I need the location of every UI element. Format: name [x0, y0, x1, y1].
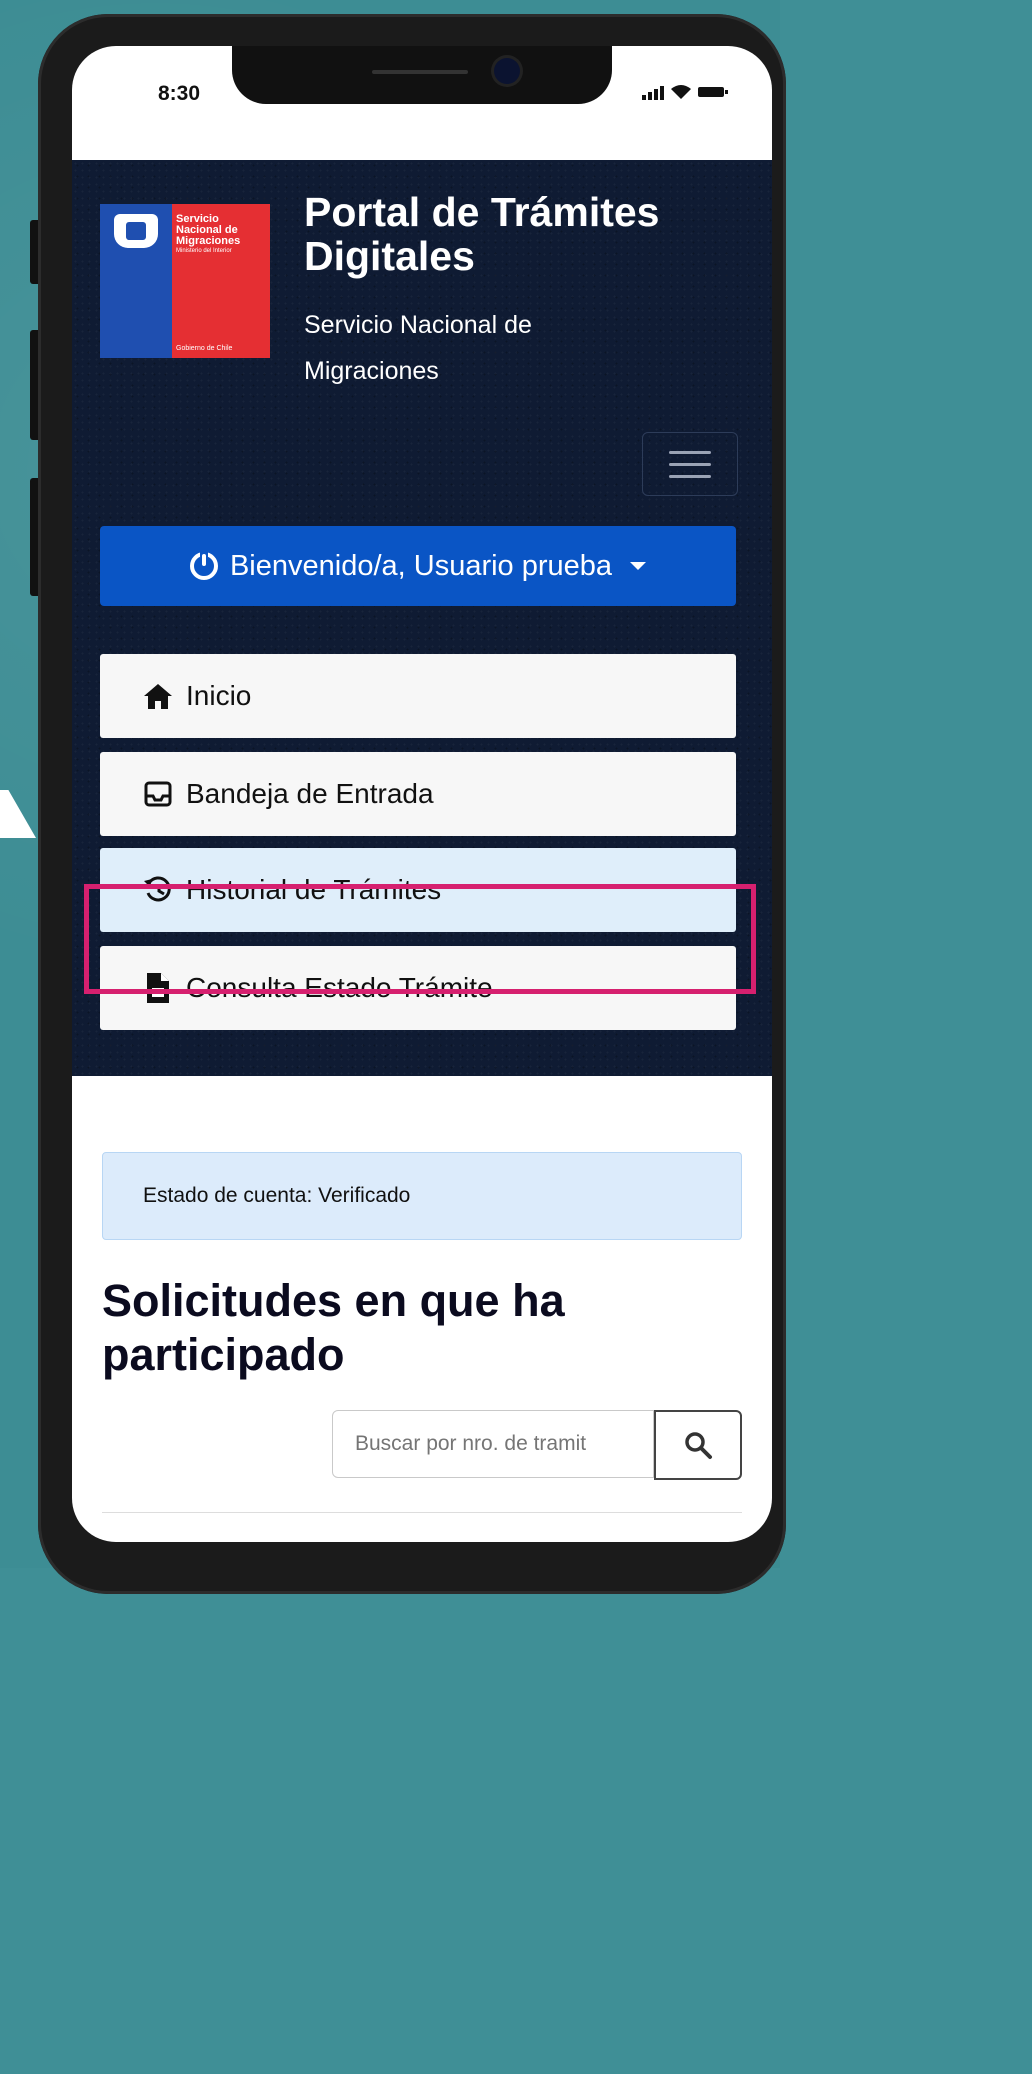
logo-line3: Migraciones — [176, 235, 241, 247]
logo-footer: Gobierno de Chile — [176, 345, 233, 352]
logo-red-panel: Servicio Nacional de Migraciones Ministe… — [172, 204, 270, 358]
speaker-grille — [372, 70, 468, 74]
portal-title: Portal de Trámites Digitales — [304, 189, 660, 279]
portal-subtitle: Servicio Nacional de Migraciones — [304, 311, 532, 385]
nav-item-inicio[interactable]: Inicio — [100, 654, 736, 738]
caret-down-icon — [630, 562, 647, 570]
nav-item-bandeja[interactable]: Bandeja de Entrada — [100, 752, 736, 836]
search-icon — [685, 1432, 712, 1459]
search-button[interactable] — [654, 1410, 742, 1480]
status-time: 8:30 — [158, 82, 201, 105]
migraciones-logo[interactable]: Servicio Nacional de Migraciones Ministe… — [100, 204, 270, 358]
user-menu-button[interactable]: Bienvenido/a, Usuario prueba — [100, 526, 736, 606]
nav-label-bandeja: Bandeja de Entrada — [186, 778, 434, 809]
search-input[interactable] — [332, 1410, 654, 1478]
home-icon — [142, 680, 174, 712]
search-group — [332, 1410, 742, 1480]
divider — [102, 1512, 742, 1513]
power-icon — [189, 550, 218, 580]
logo-line4: Ministerio del Interior — [176, 248, 232, 254]
camera-icon — [494, 58, 520, 84]
signal-icon — [642, 86, 664, 100]
phone-notch — [232, 46, 612, 104]
requests-title: Solicitudes en que ha participado — [102, 1275, 565, 1380]
nav-label-inicio: Inicio — [186, 680, 252, 711]
phone-screen: 8:30 Servicio Nacional de Migraciones Mi… — [72, 46, 772, 1542]
site-header: Servicio Nacional de Migraciones Ministe… — [72, 160, 772, 1076]
inbox-icon — [142, 778, 174, 810]
battery-icon — [698, 87, 728, 97]
wifi-icon — [671, 85, 691, 99]
user-menu-label: Bienvenido/a, Usuario prueba — [229, 549, 613, 582]
highlight-box — [84, 884, 756, 994]
hamburger-menu-button[interactable] — [642, 432, 738, 496]
logo-blue-panel — [100, 204, 172, 358]
status-icons — [642, 84, 728, 100]
account-status-alert: Estado de cuenta: Verificado — [102, 1152, 742, 1240]
chile-crest-icon — [114, 214, 158, 248]
